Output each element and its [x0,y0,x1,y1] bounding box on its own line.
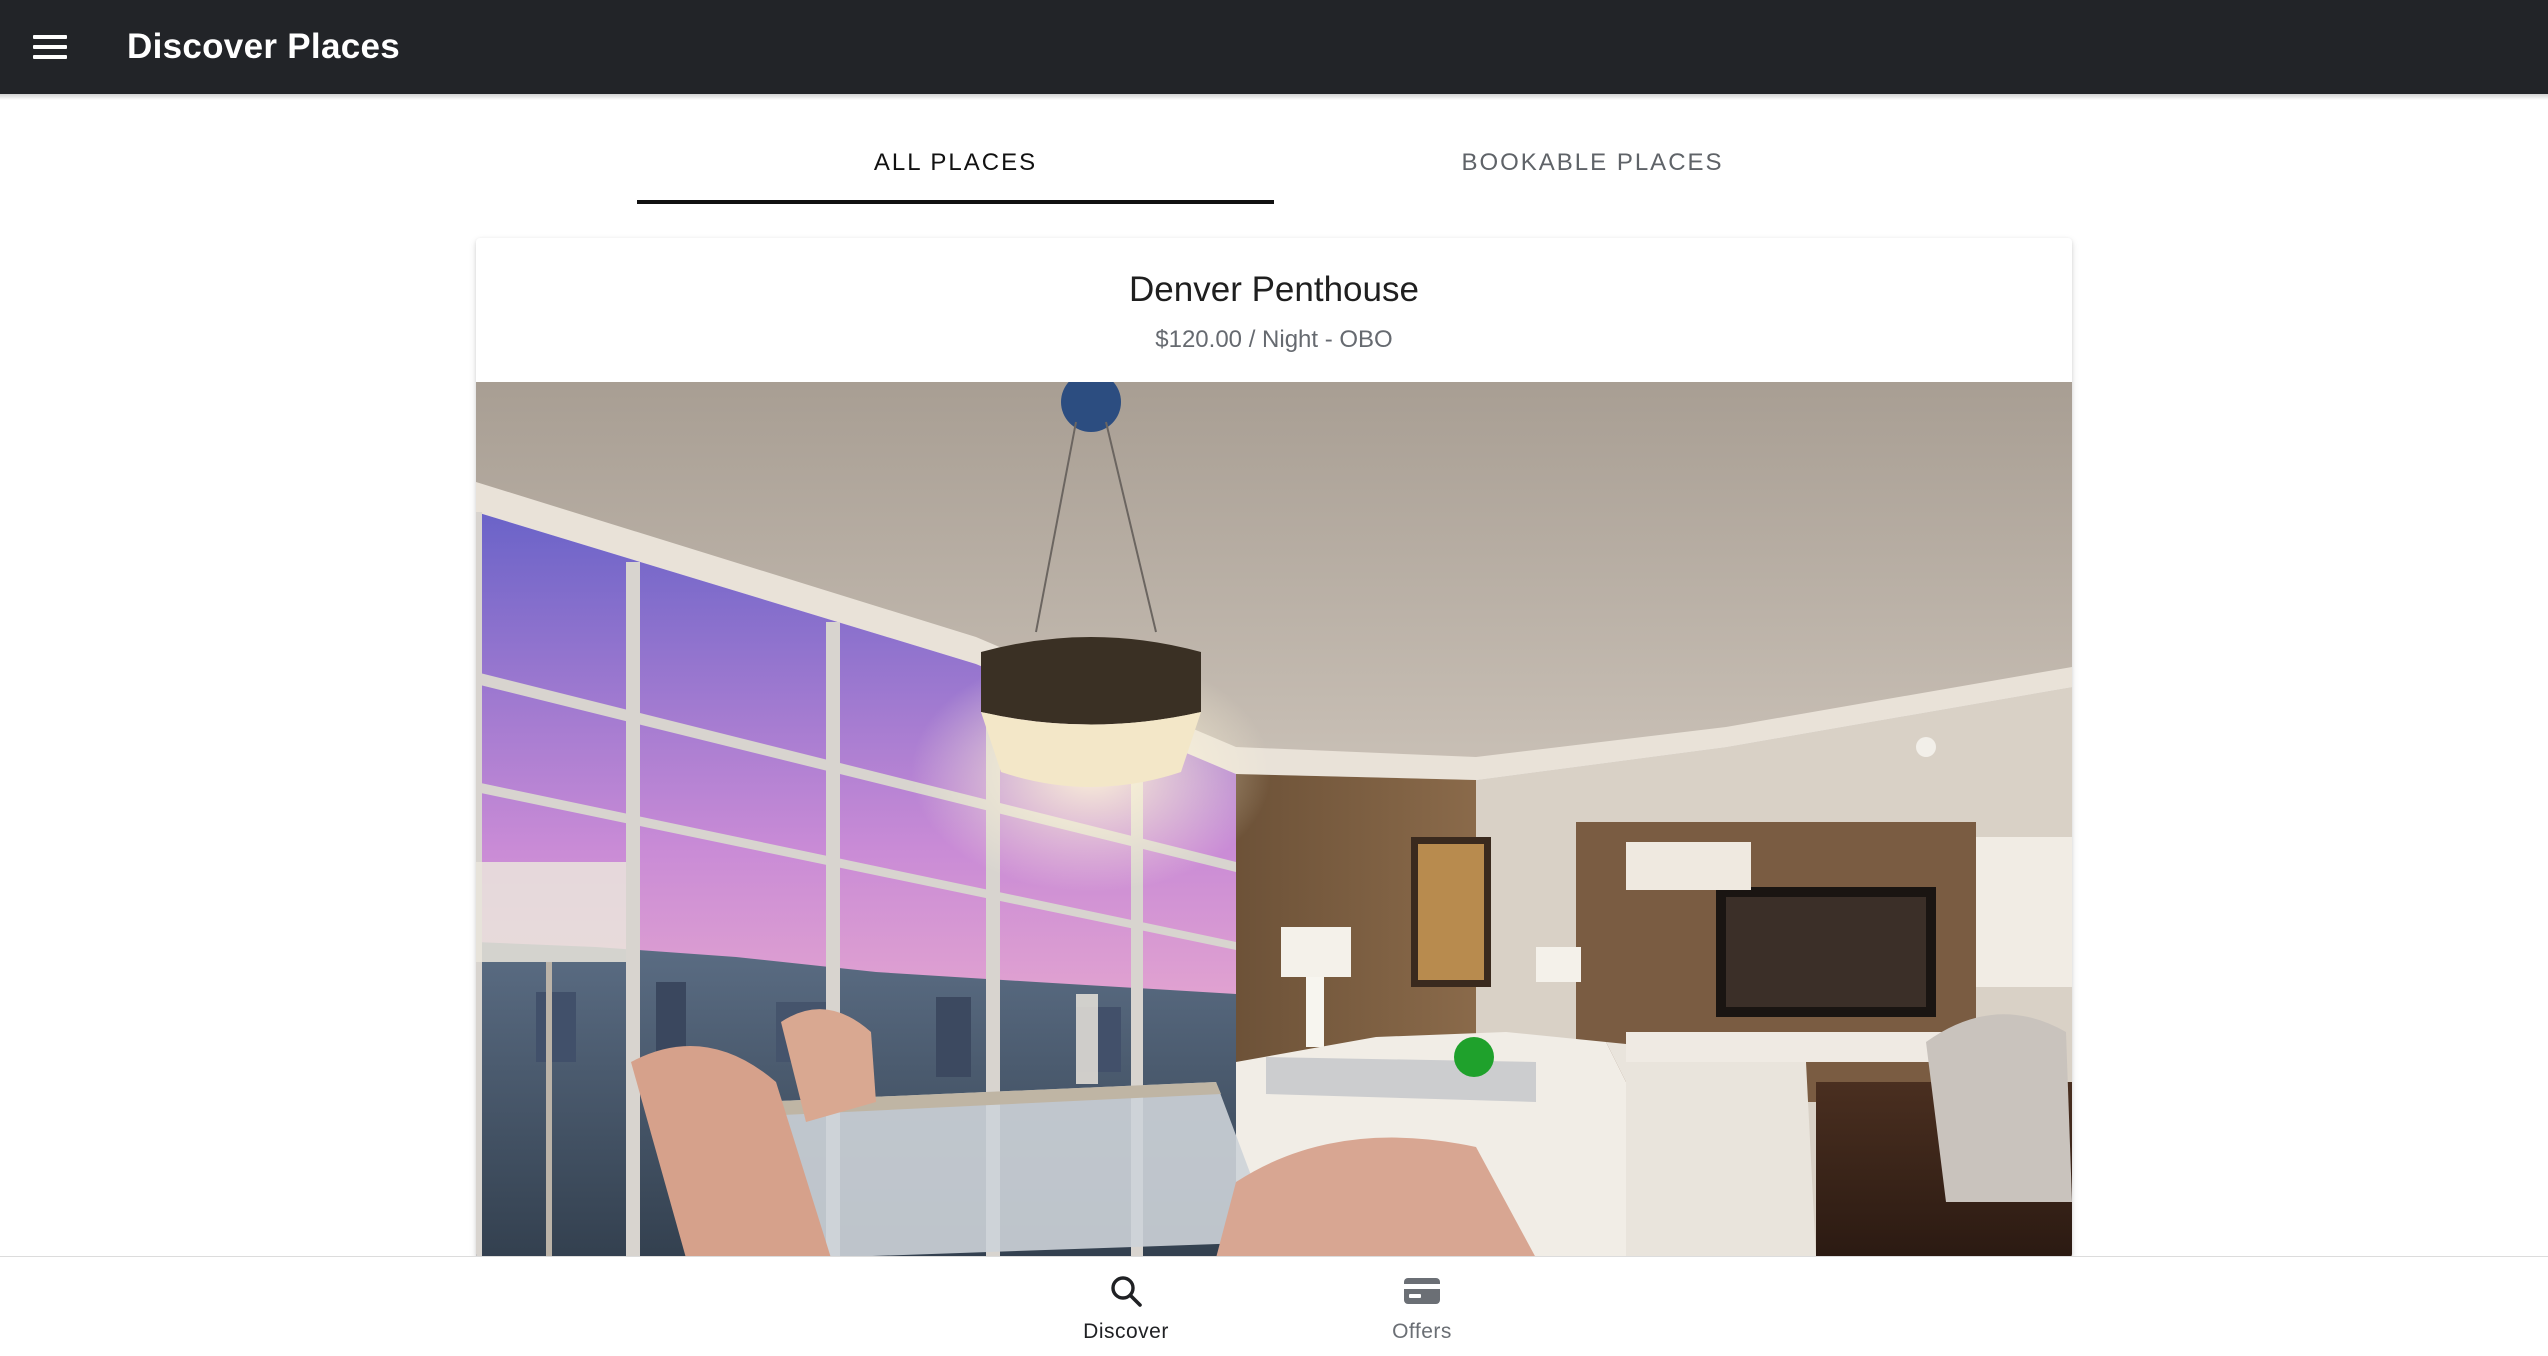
card-header: Denver Penthouse $120.00 / Night - OBO [476,238,2072,382]
app-toolbar: Discover Places [0,0,2548,94]
tab-discover[interactable]: Discover [978,1257,1274,1356]
place-title: Denver Penthouse [1129,270,1419,309]
penthouse-photo [476,382,2072,1258]
toolbar-shadow [0,94,2548,100]
search-icon [1108,1273,1144,1314]
tab-offers-label: Offers [1392,1320,1452,1343]
tab-discover-label: Discover [1083,1320,1169,1343]
segment-all-places[interactable]: ALL PLACES [637,130,1274,204]
tab-offers[interactable]: Offers [1274,1257,1570,1356]
place-image[interactable] [476,382,2072,1258]
card-icon [1402,1273,1442,1314]
places-segment: ALL PLACES BOOKABLE PLACES [637,130,1911,204]
bottom-tab-bar: Discover Offers [0,1256,2548,1356]
menu-button[interactable] [0,0,100,94]
page-title: Discover Places [127,27,401,66]
place-price: $120.00 / Night - OBO [1155,326,1393,353]
menu-icon [32,33,68,61]
featured-place-card[interactable]: Denver Penthouse $120.00 / Night - OBO [476,238,2072,1258]
segment-bookable-places[interactable]: BOOKABLE PLACES [1274,130,1911,204]
